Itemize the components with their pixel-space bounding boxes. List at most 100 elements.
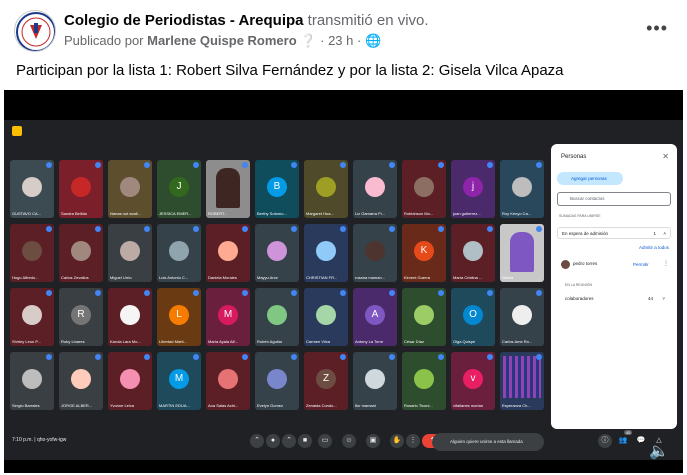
admit-all-link[interactable]: Admitir a todos [639,245,669,250]
collaborators-row[interactable]: colaboradores 44 ˅ [557,293,671,305]
participant-tile[interactable]: Roy Kenyo Ca... [500,160,544,218]
participant-tile[interactable]: Sandra Bellido [59,160,103,218]
info-icon[interactable]: ❔ [300,33,316,48]
raise-hand-icon[interactable]: ✋ [390,434,404,448]
participant-tile[interactable]: Hugo Alfredo... [10,224,54,282]
camera-settings-icon[interactable]: ⌃ [282,434,296,448]
participant-tile[interactable]: Ana Salas Achi... [206,352,250,410]
participant-tile[interactable]: Carlos Zevallos [59,224,103,282]
chat-icon[interactable]: 💬 [634,434,648,448]
admit-person-button[interactable]: Permitir [633,262,649,267]
participant-tile[interactable]: Nanas not avail... [108,160,152,218]
participant-tile[interactable]: j juan gutierrez... [451,160,495,218]
close-icon[interactable]: ✕ [662,152,669,161]
participant-avatar [316,177,336,197]
participant-tile[interactable]: K Kirvent Guerra [402,224,446,282]
participant-tile[interactable]: Rosario Ticoni... [402,352,446,410]
participant-tile[interactable]: Yvonne Leiva [108,352,152,410]
participant-avatar [267,241,287,261]
mic-status-icon [291,226,297,232]
participant-tile[interactable]: M María Ayala Alf... [206,288,250,346]
participant-name: Karola Lara Mo... [110,339,141,344]
participant-name: Carlos Zevallos [61,275,89,280]
emoji-icon[interactable]: ☺ [342,434,356,448]
participant-initial: B [267,177,287,197]
mic-status-icon [95,226,101,232]
mic-status-icon [95,354,101,360]
participant-tile[interactable]: ROBERT... [206,160,250,218]
more-dots-icon[interactable]: ••• [646,18,668,39]
participant-name: CHRISTIAN FR... [306,275,338,280]
participant-tile[interactable]: Z Zenaida Condo... [304,352,348,410]
mic-status-icon [487,226,493,232]
chevron-up-icon[interactable]: ˄ [663,231,666,236]
participant-tile[interactable]: Gisela [500,224,544,282]
mic-status-icon [438,162,444,168]
person-more-icon[interactable]: ⋮ [663,260,669,267]
participant-tile[interactable]: Sergio Barrales [10,352,54,410]
participant-name: juan gutierrez... [453,211,481,216]
mic-icon[interactable]: ● [266,434,280,448]
add-people-button[interactable]: Agregar personas [557,172,623,185]
participant-tile[interactable]: B Berthy Sotomo... [255,160,299,218]
participant-tile[interactable]: O Olga Quispe [451,288,495,346]
participant-tile[interactable]: Mayyu Arce [255,224,299,282]
mic-status-icon [487,162,493,168]
live-video[interactable]: GUSTAVO CA... Sandra Bellido Nanas not ava… [4,90,683,473]
people-panel: Personas ✕ Agregar personas Buscar conta… [551,144,677,429]
participant-tile[interactable]: Rubén Aguilar [255,288,299,346]
participant-tile[interactable]: L Libertad Marti... [157,288,201,346]
participant-tile[interactable]: M MARTIN EDUA... [157,352,201,410]
participant-initial: M [218,305,238,325]
present-icon[interactable]: ▣ [366,434,380,448]
participant-tile[interactable]: CHRISTIAN FR... [304,224,348,282]
waiting-row[interactable]: En espera de admisión 1 ˄ [557,227,671,239]
page-avatar[interactable] [14,10,56,52]
participant-tile[interactable]: Evelyn Gomez [255,352,299,410]
participant-tile[interactable]: GUSTAVO CA... [10,160,54,218]
participant-tile[interactable]: Robbinson Mo... [402,160,446,218]
mic-status-icon [438,226,444,232]
participant-tile[interactable]: Miguel Urrio [108,224,152,282]
search-contacts-input[interactable]: Buscar contactos [557,192,671,206]
participant-name: flor mamani [355,403,376,408]
author-link[interactable]: Marlene Quispe Romero [147,33,297,48]
participant-tile[interactable]: J JESSICA EMER... [157,160,201,218]
participant-tile[interactable]: César Díaz [402,288,446,346]
camera-icon[interactable]: ■ [298,434,312,448]
more-options-icon[interactable]: ⋮ [406,434,420,448]
participant-tile[interactable]: Daniela Morales [206,224,250,282]
participant-name: Miguel Urrio [110,275,132,280]
participant-tile[interactable]: v vifallanes morian [451,352,495,410]
volume-icon[interactable]: 🔈 [649,441,669,461]
participant-name: Kirvent Guerra [404,275,431,280]
people-icon[interactable]: 👥 [616,434,630,448]
mic-settings-icon[interactable]: ⌃ [250,434,264,448]
participant-name: Shirley Leon P... [12,339,41,344]
participant-tile[interactable]: JORGE ALBER... [59,352,103,410]
participant-tile[interactable]: Shirley Leon P... [10,288,54,346]
participant-tile[interactable]: María Cristina ... [451,224,495,282]
participant-tile[interactable]: Carlos Ame Ro... [500,288,544,346]
participant-tile[interactable]: Carmen Vilca [304,288,348,346]
participant-tile[interactable]: Liz Gamarra Pi... [353,160,397,218]
participant-tile[interactable]: Esperanza Ch... [500,352,544,410]
participant-name: Rubén Aguilar [257,339,283,344]
globe-icon: 🌐 [364,33,382,48]
page-name-link[interactable]: Colegio de Periodistas - Arequipa [64,12,304,29]
chevron-down-icon[interactable]: ˅ [662,296,665,301]
participant-avatar [512,177,532,197]
post-time[interactable]: 23 h [328,33,353,48]
participant-tile[interactable]: rosana maman... [353,224,397,282]
info-icon[interactable]: ⓘ [598,434,612,448]
join-request-toast[interactable]: Alguien quiere unirse a esta llamada [432,433,544,451]
mic-status-icon [144,290,150,296]
participant-tile[interactable]: R Ruby Linares [59,288,103,346]
captions-icon[interactable]: ▭ [318,434,332,448]
participant-tile[interactable]: Luis Antonio C... [157,224,201,282]
participant-tile[interactable]: A Antony La Torre [353,288,397,346]
participant-tile[interactable]: Karola Lara Mo... [108,288,152,346]
participant-tile[interactable]: Margaret Hua... [304,160,348,218]
waiting-person-avatar [561,260,570,269]
participant-tile[interactable]: flor mamani [353,352,397,410]
